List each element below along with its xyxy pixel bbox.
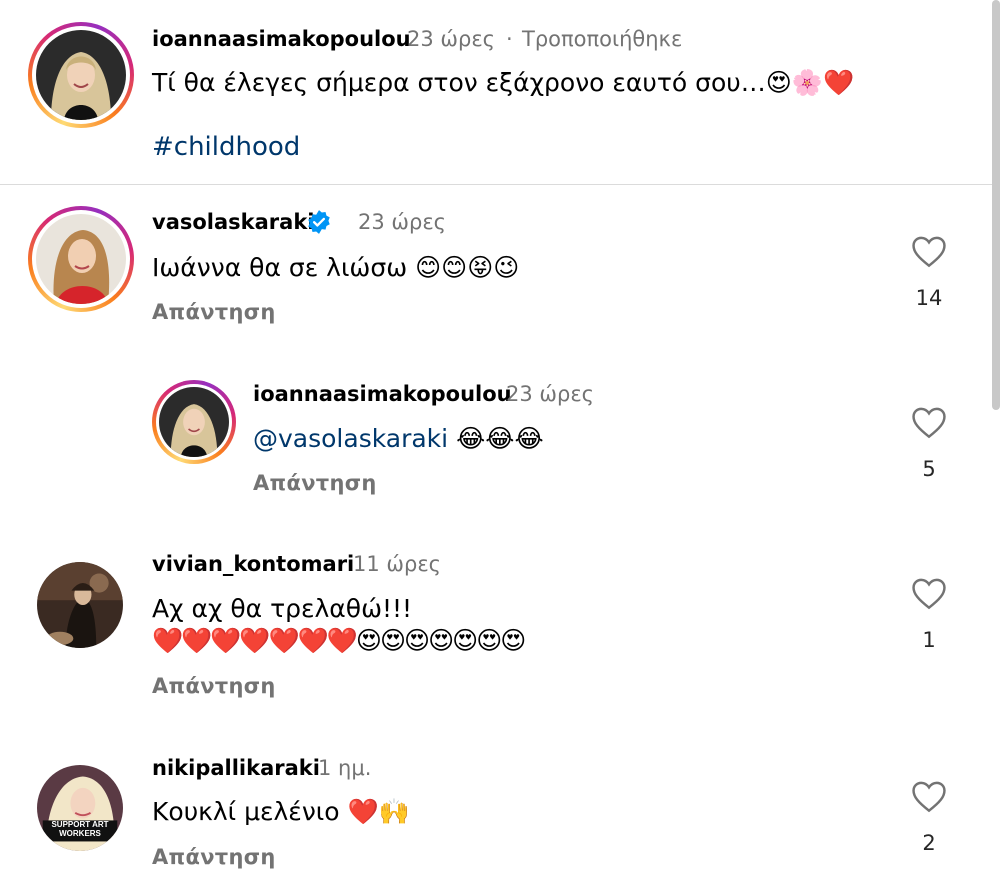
avatar-image-vaso xyxy=(36,214,126,304)
post-author-avatar[interactable] xyxy=(28,22,134,128)
verified-badge-icon xyxy=(308,210,330,234)
reply-emojis: 😂😂😂 xyxy=(456,424,544,453)
comment-username[interactable]: vasolaskaraki xyxy=(152,210,314,234)
reply-author-avatar[interactable] xyxy=(152,380,236,464)
like-count[interactable]: 5 xyxy=(908,457,950,481)
avatar-image-vivian xyxy=(37,562,123,648)
post-username[interactable]: ioannaasimakopoulou xyxy=(152,27,411,51)
like-control: 1 xyxy=(908,576,950,652)
reply-button[interactable]: Απάντηση xyxy=(152,674,276,698)
heart-like-icon[interactable] xyxy=(910,779,948,813)
hashtag-link[interactable]: #childhood xyxy=(152,132,300,162)
reply-timestamp[interactable]: 23 ώρες xyxy=(506,382,594,406)
support-art-workers-badge: SUPPORT ART WORKERS xyxy=(51,820,109,838)
post-meta-separator: · xyxy=(506,27,513,51)
comment-body: Αχ αχ θα τρελαθώ!!! xyxy=(152,594,413,623)
reply-button[interactable]: Απάντηση xyxy=(253,471,377,495)
comment-body: Ιωάννα θα σε λιώσω xyxy=(152,253,408,282)
comment-text: Κουκλί μελένιο ❤️🙌 xyxy=(152,797,410,827)
comment-emojis: ❤️❤️❤️❤️❤️❤️❤️😍😍😍😍😍😍😍 xyxy=(152,626,526,655)
reply-text: @vasolaskaraki 😂😂😂 xyxy=(253,424,544,453)
like-control: 14 xyxy=(908,234,950,310)
post-timestamp[interactable]: 23 ώρες xyxy=(407,27,495,51)
comment-timestamp[interactable]: 1 ημ. xyxy=(318,756,371,780)
caption-text: Τί θα έλεγες σήμερα στον εξάχρονο εαυτό … xyxy=(152,68,766,97)
commenter-avatar[interactable]: SUPPORT ART WORKERS xyxy=(37,765,123,851)
comment-timestamp[interactable]: 11 ώρες xyxy=(353,552,441,576)
post-caption-text: Τί θα έλεγες σήμερα στον εξάχρονο εαυτό … xyxy=(152,68,854,98)
reply-button[interactable]: Απάντηση xyxy=(152,845,276,869)
reply-username[interactable]: ioannaasimakopoulou xyxy=(253,382,512,406)
comment-username[interactable]: nikipallikaraki xyxy=(152,756,320,780)
comment-text: Ιωάννα θα σε λιώσω 😊😊😝😉 xyxy=(152,253,519,282)
commenter-avatar[interactable] xyxy=(28,206,134,312)
reply-button[interactable]: Απάντηση xyxy=(152,300,276,324)
like-count[interactable]: 2 xyxy=(908,831,950,855)
caption-divider xyxy=(0,184,1000,185)
caption-emojis: 😍🌸❤️ xyxy=(765,68,855,97)
like-control: 2 xyxy=(908,779,950,855)
heart-like-icon[interactable] xyxy=(910,405,948,439)
heart-like-icon[interactable] xyxy=(910,234,948,268)
like-control: 5 xyxy=(908,405,950,481)
heart-like-icon[interactable] xyxy=(910,576,948,610)
scrollbar[interactable] xyxy=(992,0,1000,410)
comment-body: Κουκλί μελένιο xyxy=(152,797,340,826)
post-edited-label: Τροποποιήθηκε xyxy=(522,27,683,51)
comment-timestamp[interactable]: 23 ώρες xyxy=(358,210,446,234)
comment-username[interactable]: vivian_kontomari xyxy=(152,552,354,576)
comment-emojis: 😊😊😝😉 xyxy=(415,253,520,282)
avatar-image-ioanna xyxy=(36,30,126,120)
avatar-image-ioanna-small xyxy=(159,387,229,457)
like-count[interactable]: 1 xyxy=(908,628,950,652)
like-count[interactable]: 14 xyxy=(908,286,950,310)
mention-link[interactable]: @vasolaskaraki xyxy=(253,424,448,453)
comment-emojis: ❤️🙌 xyxy=(347,797,410,826)
commenter-avatar[interactable] xyxy=(37,562,123,648)
avatar-image-niki xyxy=(37,765,123,851)
